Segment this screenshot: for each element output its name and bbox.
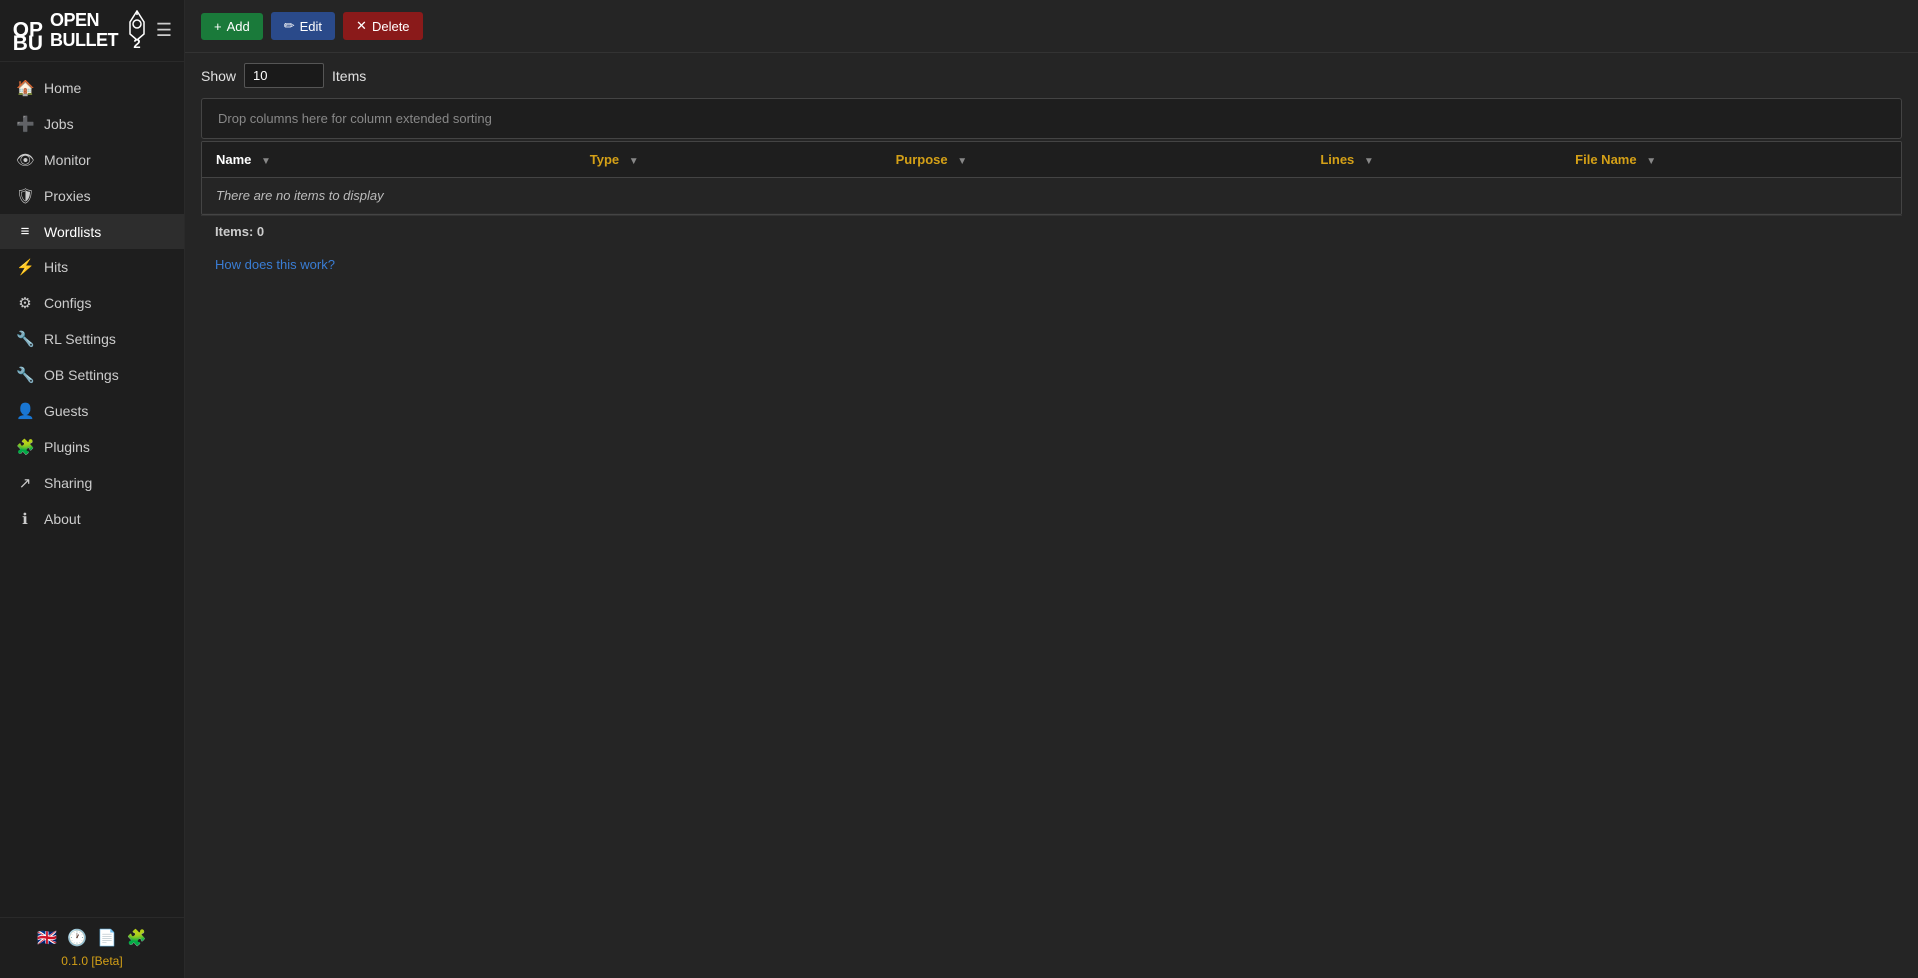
edit-button[interactable]: ✏ Edit [271,12,335,40]
sidebar-item-hits[interactable]: ⚡ Hits [0,249,184,285]
col-lines-label: Lines [1320,152,1354,167]
delete-button[interactable]: ✕ Delete [343,12,422,40]
content-area: Drop columns here for column extended so… [185,98,1918,978]
no-items-text: There are no items to display [202,178,1901,214]
col-name-filter-icon[interactable]: ▼ [261,156,271,167]
sidebar-item-rl-settings[interactable]: 🔧 RL Settings [0,321,184,357]
sidebar-item-proxies[interactable]: 🛡 Proxies [0,178,184,214]
col-filename-filter-icon[interactable]: ▼ [1646,156,1656,167]
sidebar: OPEN BULL OPEN BULLET 2 ☰ 🏠 Home ➕ [0,0,185,978]
sidebar-item-home[interactable]: 🏠 Home [0,70,184,106]
edit-label: Edit [300,19,322,34]
footer-icons: 🇬🇧 🕐 📄 🧩 [37,928,147,948]
table-header: Name ▼ Type ▼ Purpose ▼ Lines [202,142,1901,178]
sharing-icon: ↗ [16,474,34,492]
monitor-icon: 👁 [16,151,34,169]
show-label: Show [201,68,236,84]
col-header-type[interactable]: Type ▼ [576,142,882,178]
file-icon[interactable]: 📄 [97,928,117,948]
sidebar-label-plugins: Plugins [44,439,90,455]
logo-area: OPEN BULL OPEN BULLET 2 [12,10,148,51]
logo-icon: OPEN BULL [12,12,44,50]
sidebar-item-wordlists[interactable]: ≡ Wordlists [0,214,184,249]
clock-icon[interactable]: 🕐 [67,928,87,948]
col-lines-filter-icon[interactable]: ▼ [1364,156,1374,167]
home-icon: 🏠 [16,79,34,97]
sidebar-label-home: Home [44,80,81,96]
col-header-lines[interactable]: Lines ▼ [1306,142,1561,178]
sidebar-item-monitor[interactable]: 👁 Monitor [0,142,184,178]
col-header-name[interactable]: Name ▼ [202,142,576,178]
sidebar-item-sharing[interactable]: ↗ Sharing [0,465,184,501]
show-items-input[interactable] [244,63,324,88]
edit-icon: ✏ [284,18,295,34]
rl-settings-icon: 🔧 [16,330,34,348]
table-body: There are no items to display [202,178,1901,214]
sidebar-label-ob-settings: OB Settings [44,367,119,383]
delete-icon: ✕ [356,18,367,34]
sidebar-item-plugins[interactable]: 🧩 Plugins [0,429,184,465]
wordlist-table: Name ▼ Type ▼ Purpose ▼ Lines [202,142,1901,214]
add-button[interactable]: + Add [201,13,263,40]
no-items-row: There are no items to display [202,178,1901,214]
plugins-icon: 🧩 [16,438,34,456]
col-filename-label: File Name [1575,152,1636,167]
add-label: Add [227,19,250,34]
jobs-icon: ➕ [16,115,34,133]
sidebar-item-jobs[interactable]: ➕ Jobs [0,106,184,142]
show-row: Show Items [185,53,1918,98]
items-count-label: Items: [215,224,253,239]
toolbar: + Add ✏ Edit ✕ Delete [185,0,1918,53]
col-name-label: Name [216,152,251,167]
col-type-filter-icon[interactable]: ▼ [629,156,639,167]
flag-icon[interactable]: 🇬🇧 [37,928,57,948]
about-icon: ℹ [16,510,34,528]
hamburger-button[interactable]: ☰ [156,20,172,41]
hits-icon: ⚡ [16,258,34,276]
guests-icon: 👤 [16,402,34,420]
sidebar-label-rl-settings: RL Settings [44,331,116,347]
main-content: + Add ✏ Edit ✕ Delete Show Items Drop co… [185,0,1918,978]
sidebar-label-about: About [44,511,81,527]
sidebar-label-hits: Hits [44,259,68,275]
sidebar-header: OPEN BULL OPEN BULLET 2 ☰ [0,0,184,62]
puzzle-icon[interactable]: 🧩 [127,928,147,948]
sidebar-label-sharing: Sharing [44,475,92,491]
items-label: Items [332,68,366,84]
col-type-label: Type [590,152,619,167]
how-does-this-work-link[interactable]: How does this work? [201,247,349,282]
sidebar-item-guests[interactable]: 👤 Guests [0,393,184,429]
col-header-purpose[interactable]: Purpose ▼ [882,142,1307,178]
sidebar-label-monitor: Monitor [44,152,91,168]
col-purpose-label: Purpose [896,152,948,167]
sidebar-item-configs[interactable]: ⚙ Configs [0,285,184,321]
ob-settings-icon: 🔧 [16,366,34,384]
drop-zone[interactable]: Drop columns here for column extended so… [201,98,1902,139]
sidebar-label-jobs: Jobs [44,116,74,132]
sidebar-label-guests: Guests [44,403,88,419]
wordlist-table-wrapper: Name ▼ Type ▼ Purpose ▼ Lines [201,141,1902,215]
sidebar-label-proxies: Proxies [44,188,91,204]
proxies-icon: 🛡 [16,187,34,205]
sidebar-item-about[interactable]: ℹ About [0,501,184,537]
svg-text:BULL: BULL [13,32,44,50]
col-header-filename[interactable]: File Name ▼ [1561,142,1901,178]
sidebar-footer: 🇬🇧 🕐 📄 🧩 0.1.0 [Beta] [0,917,184,978]
items-count-row: Items: 0 [201,215,1902,247]
wordlists-icon: ≡ [16,223,34,240]
version-text: 0.1.0 [Beta] [61,954,122,968]
delete-label: Delete [372,19,410,34]
sidebar-label-configs: Configs [44,295,91,311]
items-count-value: 0 [257,224,264,239]
sidebar-label-wordlists: Wordlists [44,224,101,240]
col-purpose-filter-icon[interactable]: ▼ [957,156,967,167]
configs-icon: ⚙ [16,294,34,312]
sidebar-item-ob-settings[interactable]: 🔧 OB Settings [0,357,184,393]
version-superscript: 2 [133,36,140,51]
add-icon: + [214,19,222,34]
nav-menu: 🏠 Home ➕ Jobs 👁 Monitor 🛡 Proxies ≡ Word… [0,62,184,917]
